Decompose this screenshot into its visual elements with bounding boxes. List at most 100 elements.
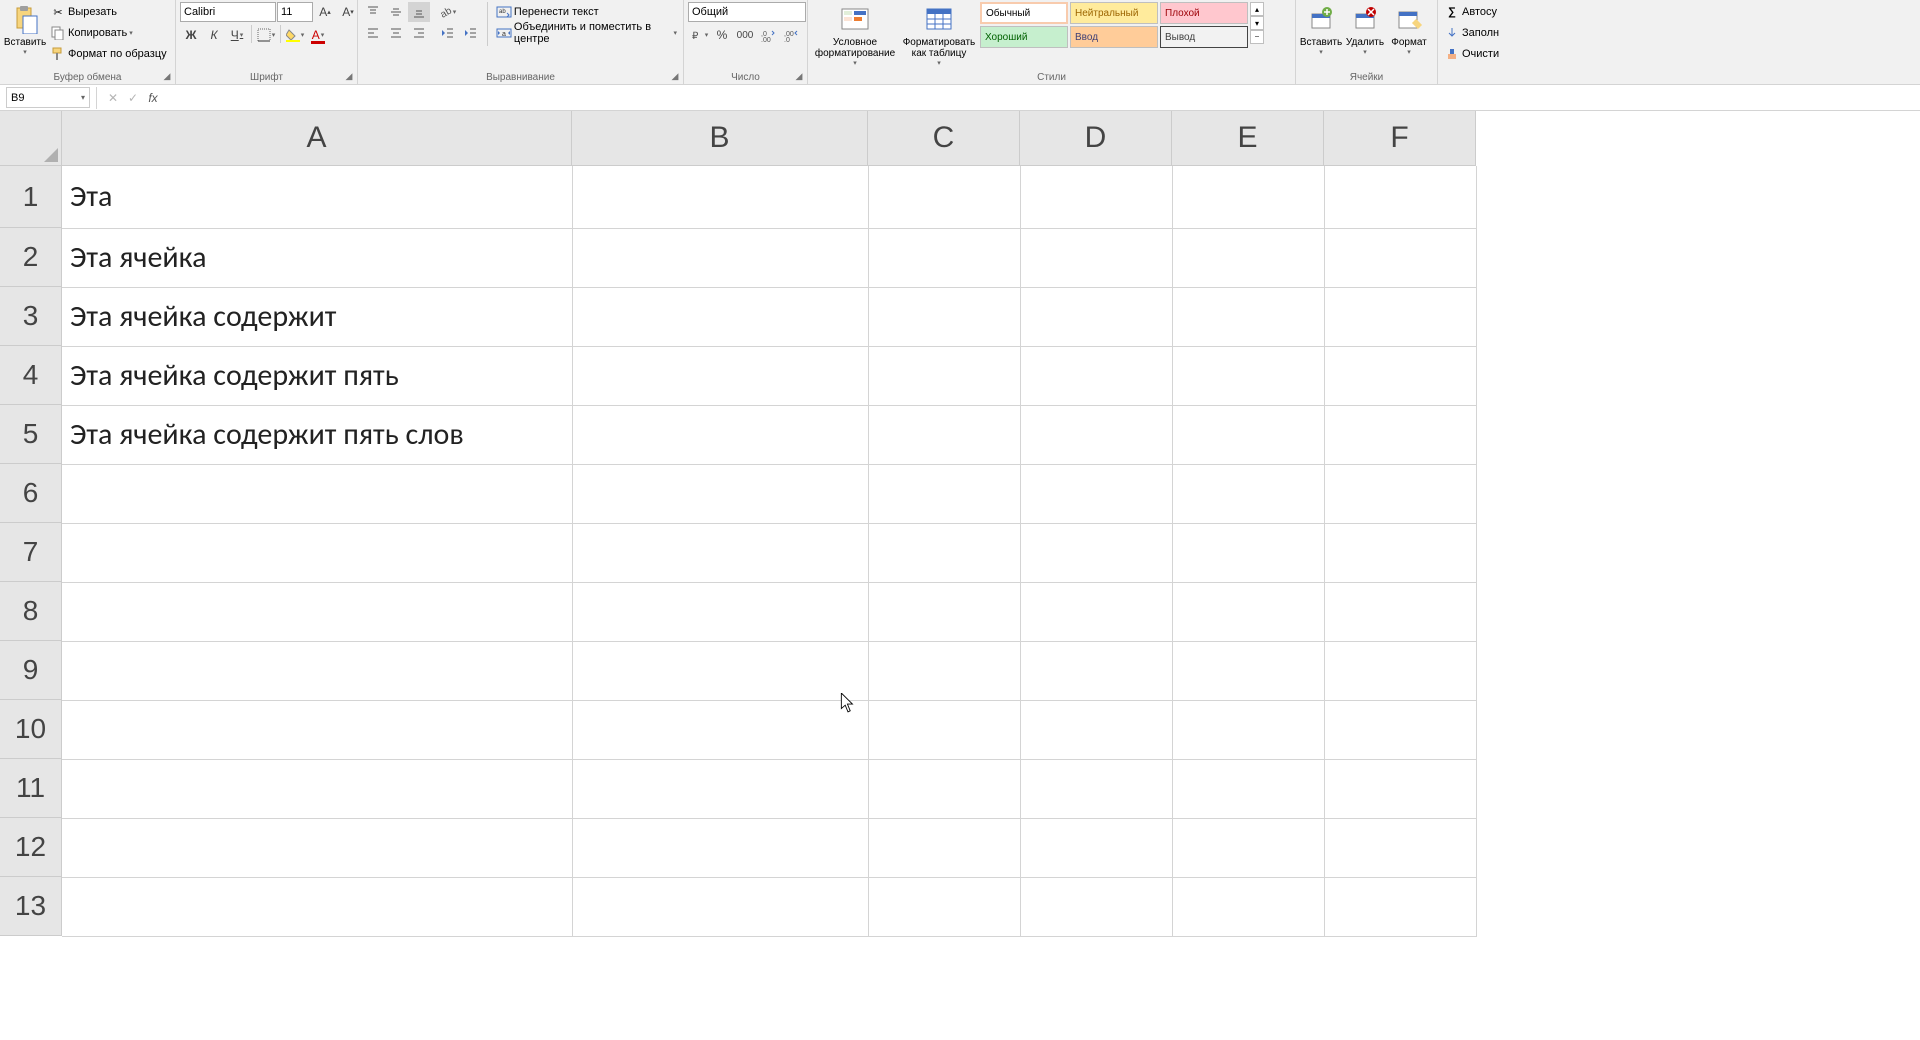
cell-F3[interactable]	[1324, 287, 1476, 346]
cell-F7[interactable]	[1324, 523, 1476, 582]
row-header-2[interactable]: 2	[0, 228, 62, 287]
cell-B6[interactable]	[572, 464, 868, 523]
style-input[interactable]: Ввод	[1070, 26, 1158, 48]
cell-D5[interactable]	[1020, 405, 1172, 464]
cell-F13[interactable]	[1324, 877, 1476, 936]
cell-D2[interactable]	[1020, 228, 1172, 287]
dialog-launcher-alignment[interactable]: ◢	[669, 71, 681, 83]
cell-B12[interactable]	[572, 818, 868, 877]
cell-E9[interactable]	[1172, 641, 1324, 700]
column-header-C[interactable]: C	[868, 111, 1020, 166]
cell-B10[interactable]	[572, 700, 868, 759]
cell-A12[interactable]	[62, 818, 572, 877]
row-header-7[interactable]: 7	[0, 523, 62, 582]
cell-C9[interactable]	[868, 641, 1020, 700]
cell-C2[interactable]	[868, 228, 1020, 287]
decrease-indent-button[interactable]	[436, 23, 458, 43]
cell-F8[interactable]	[1324, 582, 1476, 641]
font-color-button[interactable]: A	[307, 25, 329, 45]
cells-area[interactable]: ЭтаЭта ячейкаЭта ячейка содержитЭта ячей…	[62, 166, 1477, 937]
cell-C1[interactable]	[868, 166, 1020, 228]
align-top-button[interactable]	[362, 2, 384, 22]
cell-E13[interactable]	[1172, 877, 1324, 936]
cell-C7[interactable]	[868, 523, 1020, 582]
style-scroll-down[interactable]: ▾	[1250, 16, 1264, 30]
autosum-button[interactable]: ∑ Автосу	[1442, 2, 1501, 22]
cell-E11[interactable]	[1172, 759, 1324, 818]
orientation-button[interactable]: ab	[436, 2, 458, 22]
increase-font-button[interactable]: A▴	[314, 2, 336, 22]
cell-B1[interactable]	[572, 166, 868, 228]
font-size-input[interactable]	[277, 2, 313, 22]
underline-button[interactable]: Ч	[226, 25, 248, 45]
cell-D12[interactable]	[1020, 818, 1172, 877]
row-header-12[interactable]: 12	[0, 818, 62, 877]
row-header-1[interactable]: 1	[0, 166, 62, 228]
clear-button[interactable]: Очисти	[1442, 44, 1501, 64]
cell-C10[interactable]	[868, 700, 1020, 759]
cell-D10[interactable]	[1020, 700, 1172, 759]
cell-E7[interactable]	[1172, 523, 1324, 582]
format-cells-button[interactable]: Формат▾	[1388, 2, 1430, 58]
cell-A13[interactable]	[62, 877, 572, 936]
row-header-13[interactable]: 13	[0, 877, 62, 936]
cell-F9[interactable]	[1324, 641, 1476, 700]
row-header-8[interactable]: 8	[0, 582, 62, 641]
cell-C3[interactable]	[868, 287, 1020, 346]
fx-icon[interactable]: fx	[143, 91, 163, 105]
cell-E5[interactable]	[1172, 405, 1324, 464]
cell-B8[interactable]	[572, 582, 868, 641]
bold-button[interactable]: Ж	[180, 25, 202, 45]
row-header-9[interactable]: 9	[0, 641, 62, 700]
cell-C5[interactable]	[868, 405, 1020, 464]
row-header-6[interactable]: 6	[0, 464, 62, 523]
cell-D13[interactable]	[1020, 877, 1172, 936]
cell-F6[interactable]	[1324, 464, 1476, 523]
fill-button[interactable]: Заполн	[1442, 23, 1501, 43]
borders-button[interactable]	[255, 25, 277, 45]
font-name-input[interactable]	[180, 2, 276, 22]
cell-C4[interactable]	[868, 346, 1020, 405]
cell-F12[interactable]	[1324, 818, 1476, 877]
accounting-button[interactable]: ₽	[688, 25, 710, 45]
cut-button[interactable]: ✂ Вырезать	[48, 2, 169, 22]
cell-E2[interactable]	[1172, 228, 1324, 287]
increase-indent-button[interactable]	[459, 23, 481, 43]
cell-F2[interactable]	[1324, 228, 1476, 287]
conditional-formatting-button[interactable]: Условное форматирование▾	[812, 2, 898, 69]
paste-button[interactable]: Вставить ▾	[4, 2, 46, 58]
row-header-5[interactable]: 5	[0, 405, 62, 464]
decrease-decimal-button[interactable]: ,00,0	[780, 25, 802, 45]
cell-B9[interactable]	[572, 641, 868, 700]
row-header-11[interactable]: 11	[0, 759, 62, 818]
column-header-F[interactable]: F	[1324, 111, 1476, 166]
cell-A1[interactable]: Эта	[62, 166, 572, 228]
align-right-button[interactable]	[408, 23, 430, 43]
cell-E4[interactable]	[1172, 346, 1324, 405]
cell-A4[interactable]: Эта ячейка содержит пять	[62, 346, 572, 405]
align-left-button[interactable]	[362, 23, 384, 43]
name-box-dropdown-icon[interactable]: ▾	[81, 93, 85, 102]
align-center-button[interactable]	[385, 23, 407, 43]
format-painter-button[interactable]: Формат по образцу	[48, 44, 169, 64]
cell-B5[interactable]	[572, 405, 868, 464]
cell-F5[interactable]	[1324, 405, 1476, 464]
cell-C8[interactable]	[868, 582, 1020, 641]
style-normal[interactable]: Обычный	[980, 2, 1068, 24]
column-header-E[interactable]: E	[1172, 111, 1324, 166]
cell-B7[interactable]	[572, 523, 868, 582]
cell-D7[interactable]	[1020, 523, 1172, 582]
cell-F10[interactable]	[1324, 700, 1476, 759]
dialog-launcher-number[interactable]: ◢	[793, 71, 805, 83]
cell-C6[interactable]	[868, 464, 1020, 523]
style-bad[interactable]: Плохой	[1160, 2, 1248, 24]
italic-button[interactable]: К	[203, 25, 225, 45]
cell-B3[interactable]	[572, 287, 868, 346]
align-bottom-button[interactable]	[408, 2, 430, 22]
cell-D4[interactable]	[1020, 346, 1172, 405]
insert-cells-button[interactable]: Вставить▾	[1300, 2, 1342, 58]
cell-B11[interactable]	[572, 759, 868, 818]
cell-D1[interactable]	[1020, 166, 1172, 228]
cell-D9[interactable]	[1020, 641, 1172, 700]
align-middle-button[interactable]	[385, 2, 407, 22]
